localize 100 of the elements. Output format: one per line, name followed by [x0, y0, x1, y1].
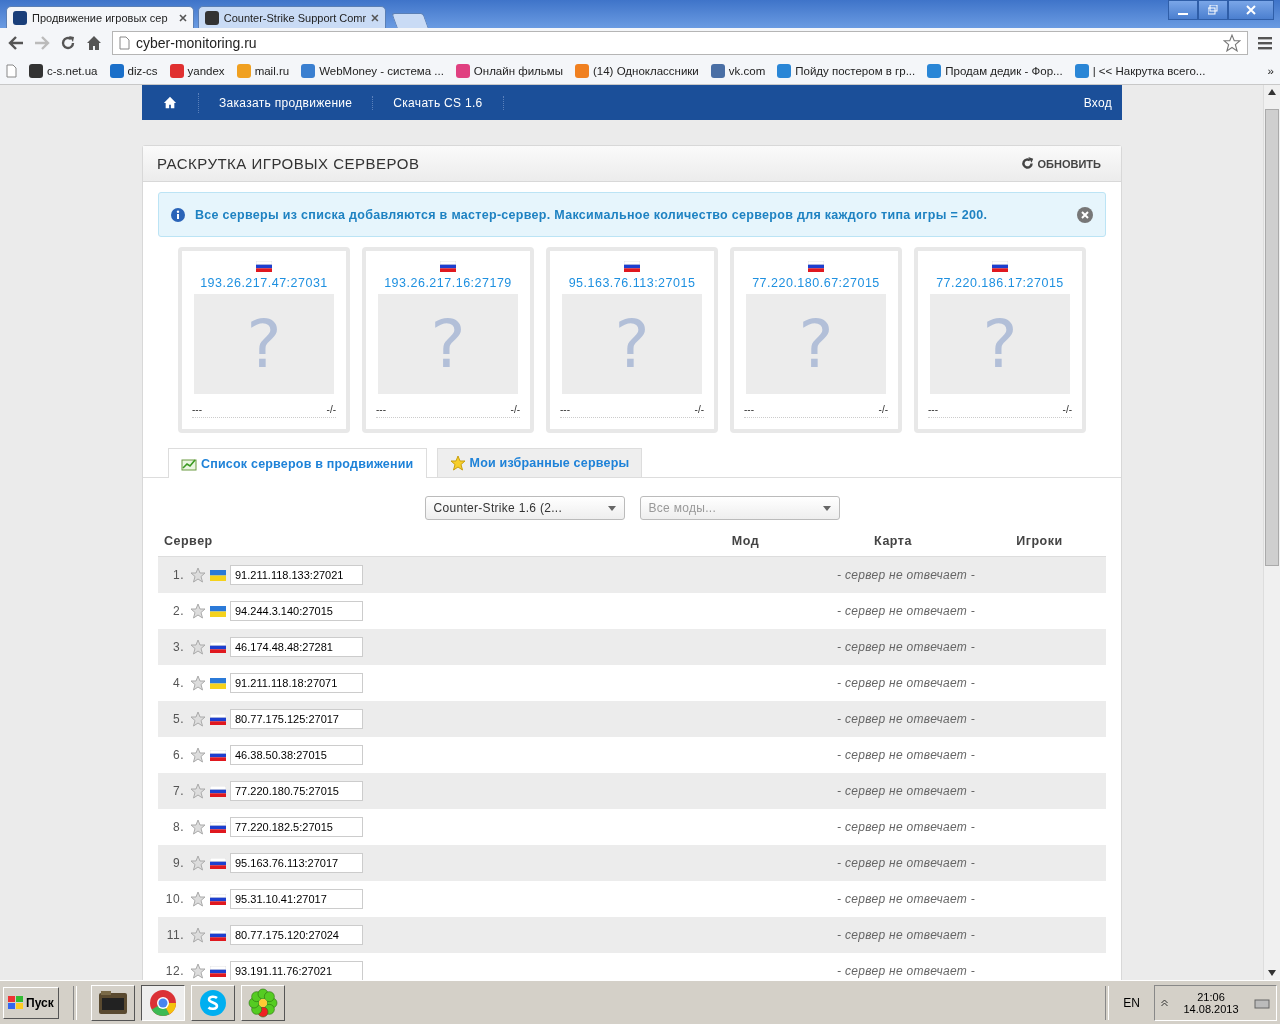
language-indicator[interactable]: EN: [1115, 995, 1148, 1010]
star-icon[interactable]: [190, 639, 206, 655]
close-button[interactable]: [1228, 0, 1274, 20]
server-status: - сервер не отвечает -: [836, 928, 976, 942]
star-icon[interactable]: [190, 855, 206, 871]
film-folder-icon: [97, 989, 128, 1016]
flower-icon: [247, 987, 278, 1018]
home-icon[interactable]: [86, 34, 102, 51]
russia-flag-icon: [210, 749, 226, 761]
close-icon[interactable]: [1077, 206, 1093, 223]
close-icon: [1246, 5, 1256, 15]
info-icon: [171, 207, 185, 222]
server-address[interactable]: 193.26.217.16:27179: [384, 276, 512, 290]
address-field[interactable]: 94.244.3.140:27015: [230, 601, 363, 621]
star-icon[interactable]: [190, 963, 206, 979]
game-select[interactable]: Counter-Strike 1.6 (2...: [424, 496, 625, 520]
address-field[interactable]: 80.77.175.120:27024: [230, 925, 363, 945]
new-tab-button[interactable]: [391, 13, 429, 28]
address-field[interactable]: 77.220.182.5:27015: [230, 817, 363, 837]
scrollbar[interactable]: [1263, 85, 1280, 980]
column-header[interactable]: Мод: [678, 534, 813, 548]
scroll-down-icon[interactable]: [1268, 970, 1276, 976]
star-icon[interactable]: [190, 747, 206, 763]
refresh-icon: [1020, 157, 1034, 170]
bookmark[interactable]: Онлайн фильмы: [455, 63, 563, 78]
row-number: 8.: [172, 820, 184, 834]
address-field[interactable]: 95.163.76.113:27017: [230, 853, 363, 873]
star-icon[interactable]: [190, 819, 206, 835]
home-icon[interactable]: [163, 96, 177, 109]
close-icon[interactable]: [371, 13, 379, 22]
tab[interactable]: Список серверов в продвижении: [168, 448, 427, 478]
column-header[interactable]: Игроки: [973, 534, 1106, 548]
address-field[interactable]: 46.174.48.48:27281: [230, 637, 363, 657]
more-bookmarks-button[interactable]: »: [1267, 64, 1274, 77]
russia-flag-icon: [440, 261, 456, 272]
address-field[interactable]: 91.211.118.133:27021: [230, 565, 363, 585]
row-number: 1.: [172, 568, 184, 582]
refresh-button[interactable]: ОБНОВИТЬ: [1014, 156, 1107, 171]
map-placeholder: ?: [562, 294, 702, 394]
minimize-button[interactable]: [1168, 0, 1198, 20]
server-address[interactable]: 95.163.76.113:27015: [568, 276, 696, 290]
back-icon[interactable]: [8, 35, 24, 50]
russia-flag-icon: [210, 821, 226, 833]
server-address[interactable]: 77.220.180.67:27015: [752, 276, 880, 290]
menu-icon[interactable]: [1258, 35, 1272, 50]
bookmark[interactable]: mail.ru: [236, 63, 290, 78]
address-field[interactable]: 77.220.180.75:27015: [230, 781, 363, 801]
address-field[interactable]: 93.191.11.76:27021: [230, 961, 363, 980]
map-placeholder: ?: [746, 294, 886, 394]
browser-tab[interactable]: Counter-Strike Support Comr: [198, 6, 386, 28]
server-card[interactable]: 77.220.186.17:27015 ? --- -/-: [914, 247, 1086, 433]
tab-title[interactable]: Counter-Strike Support Comr: [223, 11, 367, 24]
address-bar[interactable]: cyber-monitoring.ru: [112, 30, 1248, 55]
server-address[interactable]: 77.220.186.17:27015: [936, 276, 1064, 290]
row-number: 5.: [172, 712, 184, 726]
star-icon[interactable]: [190, 567, 206, 583]
bookmark[interactable]: c-s.net.ua: [29, 63, 98, 78]
bookmark[interactable]: Продам дедик - Фор...: [927, 63, 1063, 78]
column-header[interactable]: Сервер: [158, 534, 678, 548]
star-icon[interactable]: [1223, 33, 1241, 52]
bookmark[interactable]: diz-cs: [109, 63, 158, 78]
nav-link[interactable]: Скачать CS 1.6: [373, 95, 504, 110]
star-icon[interactable]: [190, 711, 206, 727]
address-field[interactable]: 95.31.10.41:27017: [230, 889, 363, 909]
row-number: 11.: [165, 928, 184, 942]
server-card[interactable]: 95.163.76.113:27015 ? --- -/-: [546, 247, 718, 433]
star-icon[interactable]: [190, 783, 206, 799]
taskbar-app[interactable]: [140, 984, 185, 1021]
login-link[interactable]: Вход: [1083, 95, 1122, 110]
star-icon[interactable]: [190, 927, 206, 943]
scroll-up-icon[interactable]: [1268, 89, 1276, 95]
bookmark[interactable]: vk.com: [710, 63, 766, 78]
start-button[interactable]: Пуск: [3, 986, 59, 1019]
server-card[interactable]: 193.26.217.16:27179 ? --- -/-: [362, 247, 534, 433]
bookmark[interactable]: WebMoney - система ...: [301, 63, 444, 78]
bookmark[interactable]: (14) Одноклассники: [575, 63, 699, 78]
tab-title[interactable]: Продвижение игровых сер: [32, 11, 174, 24]
row-number: 12.: [164, 964, 184, 978]
bookmark[interactable]: | << Накрутка всего...: [1074, 63, 1206, 78]
reload-icon[interactable]: [60, 34, 76, 51]
server-address[interactable]: 193.26.217.47:27031: [200, 276, 328, 290]
chevron-up-icon[interactable]: [1161, 998, 1168, 1007]
russia-flag-icon: [210, 857, 226, 869]
bookmark[interactable]: yandex: [169, 63, 225, 78]
column-header[interactable]: Карта: [813, 534, 973, 548]
server-card[interactable]: 193.26.217.47:27031 ? --- -/-: [178, 247, 350, 433]
address-field[interactable]: 91.211.118.18:27071: [230, 673, 363, 693]
player-count: -/-: [1062, 404, 1072, 415]
bookmark[interactable]: Пойду постером в гр...: [777, 63, 916, 78]
server-name: ---: [376, 404, 386, 415]
star-icon[interactable]: [190, 603, 206, 619]
star-icon[interactable]: [190, 891, 206, 907]
browser-tab[interactable]: Продвижение игровых сер: [6, 6, 194, 28]
close-icon[interactable]: [179, 13, 187, 22]
address-field[interactable]: 46.38.50.38:27015: [230, 745, 363, 765]
address-field[interactable]: 80.77.175.125:27017: [230, 709, 363, 729]
star-icon[interactable]: [190, 675, 206, 691]
server-card[interactable]: 77.220.180.67:27015 ? --- -/-: [730, 247, 902, 433]
restore-button[interactable]: [1198, 0, 1228, 20]
nav-link[interactable]: Заказать продвижение: [199, 95, 374, 110]
